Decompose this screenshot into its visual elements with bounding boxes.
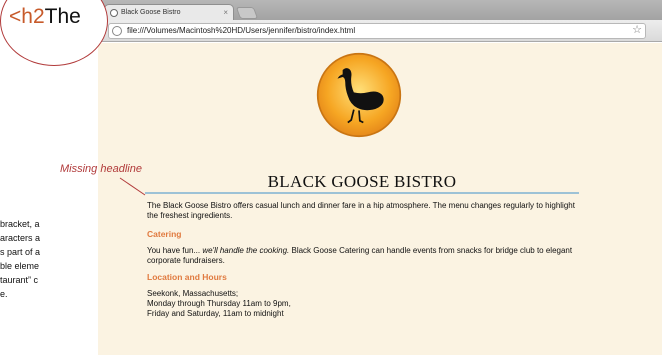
bubble-code: <h2 (9, 5, 45, 28)
missing-headline-annotation: Missing headline (60, 163, 142, 175)
page-title: BLACK GOOSE BISTRO (267, 172, 457, 191)
side-note-text: bracket, a aracters a s part of a ble el… (0, 219, 41, 299)
page-favicon-icon (110, 9, 118, 17)
title-divider (145, 192, 579, 194)
bubble-word: The (44, 5, 81, 28)
location-paragraph: Seekonk, Massachusetts; Monday through T… (147, 289, 291, 318)
catering-emphasis: we'll handle the cooking. (202, 246, 290, 255)
tab-bar: Black Goose Bistro × (98, 0, 662, 20)
catering-paragraph: You have fun... we'll handle the cooking… (147, 246, 573, 265)
tab-title: Black Goose Bistro (121, 9, 181, 16)
bookmark-star-icon[interactable]: ☆ (632, 23, 642, 36)
new-tab-button[interactable] (235, 7, 259, 19)
annotation-pointer (119, 177, 146, 196)
page-icon (112, 26, 122, 36)
page-content: The Black Goose Bistro offers casual lun… (147, 201, 577, 325)
location-heading: Location and Hours (147, 272, 227, 282)
close-tab-icon[interactable]: × (223, 5, 228, 20)
goose-logo (316, 52, 402, 138)
catering-heading: Catering (147, 229, 182, 239)
browser-toolbar: file:///Volumes/Macintosh%20HD/Users/jen… (98, 20, 662, 42)
browser-tab[interactable]: Black Goose Bistro × (104, 4, 234, 20)
zoom-callout-bubble: <h2The (0, 0, 108, 66)
url-text: file:///Volumes/Macintosh%20HD/Users/jen… (127, 26, 356, 35)
address-bar[interactable]: file:///Volumes/Macintosh%20HD/Users/jen… (108, 23, 646, 39)
intro-paragraph: The Black Goose Bistro offers casual lun… (147, 201, 575, 220)
